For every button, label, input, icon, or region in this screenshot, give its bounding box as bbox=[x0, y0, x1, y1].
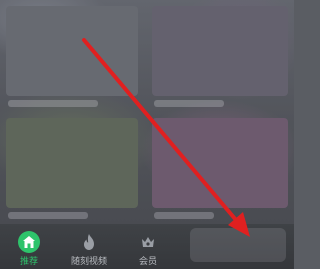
arrow-annotation bbox=[82, 38, 250, 237]
